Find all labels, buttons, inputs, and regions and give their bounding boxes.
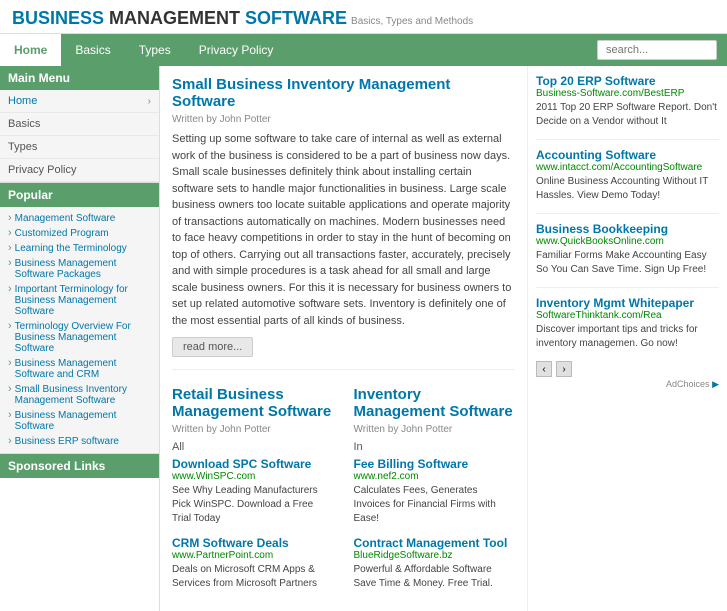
main-content: Small Business Inventory Management Soft… [160, 66, 527, 611]
sidebar-item-types[interactable]: Types [0, 136, 159, 159]
ad-contract: Contract Management Tool BlueRidgeSoftwa… [354, 536, 516, 591]
ad-inventory-wp-desc: Discover important tips and tricks for i… [536, 323, 719, 351]
ads-sidebar: Top 20 ERP Software Business-Software.co… [527, 66, 727, 611]
ad-bookkeeping: Business Bookkeeping www.QuickBooksOnlin… [536, 222, 719, 277]
nav-home[interactable]: Home [0, 34, 61, 66]
site-header: BUSINESS MANAGEMENT SOFTWARE Basics, Type… [0, 0, 727, 34]
site-title: BUSINESS MANAGEMENT SOFTWARE Basics, Type… [12, 8, 473, 28]
list-item[interactable]: Business Management Software and CRM [8, 356, 151, 382]
nav-bar: Home Basics Types Privacy Policy [0, 34, 727, 66]
list-item[interactable]: Learning the Terminology [8, 241, 151, 256]
ad-navigation: ‹ › [536, 361, 719, 377]
nav-privacy[interactable]: Privacy Policy [185, 34, 288, 66]
ad-bookkeeping-desc: Familiar Forms Make Accounting Easy So Y… [536, 249, 719, 277]
main-article-meta: Written by John Potter [172, 114, 515, 125]
arrow-icon: › [148, 96, 151, 107]
adchoices-label: AdChoices ▶ [536, 379, 719, 390]
sidebar-item-privacy[interactable]: Privacy Policy [0, 159, 159, 182]
list-item[interactable]: Small Business Inventory Management Soft… [8, 382, 151, 408]
ad-fee-billing-url: www.nef2.com [354, 471, 516, 482]
list-item[interactable]: Business Management Software [8, 408, 151, 434]
site-subtitle: Basics, Types and Methods [351, 16, 473, 27]
main-menu-label: Main Menu [0, 66, 159, 90]
sidebar: Main Menu Home› Basics Types Privacy Pol… [0, 66, 160, 611]
ad-fee-billing: Fee Billing Software www.nef2.com Calcul… [354, 457, 516, 526]
list-item[interactable]: Important Terminology for Business Manag… [8, 282, 151, 319]
nav-basics[interactable]: Basics [61, 34, 124, 66]
list-item[interactable]: Customized Program [8, 226, 151, 241]
ad-crm-title[interactable]: CRM Software Deals [172, 536, 289, 550]
article-inventory: Inventory Management Software Written by… [354, 386, 516, 601]
ad-inventory-whitepaper: Inventory Mgmt Whitepaper SoftwareThinkt… [536, 296, 719, 351]
sidebar-menu: Home› Basics Types Privacy Policy [0, 90, 159, 183]
content-wrapper: Main Menu Home› Basics Types Privacy Pol… [0, 66, 727, 611]
article-retail-title[interactable]: Retail Business Management Software [172, 386, 334, 420]
ad-download-spc-desc: See Why Leading Manufacturers Pick WinSP… [172, 484, 334, 526]
title-word-management: MANAGEMENT [104, 8, 240, 28]
list-item[interactable]: Business Management Software Packages [8, 256, 151, 282]
article-inventory-prefix: In [354, 441, 516, 453]
ad-prev-button[interactable]: ‹ [536, 361, 552, 377]
read-more-button[interactable]: read more... [172, 337, 253, 357]
ad-accounting-url: www.intacct.com/AccountingSoftware [536, 162, 719, 173]
article-inventory-title[interactable]: Inventory Management Software [354, 386, 516, 420]
ad-inventory-wp-url: SoftwareThinktank.com/Rea [536, 310, 719, 321]
main-article-title[interactable]: Small Business Inventory Management Soft… [172, 76, 515, 110]
main-article-body: Setting up some software to take care of… [172, 131, 515, 329]
ad-erp: Top 20 ERP Software Business-Software.co… [536, 74, 719, 129]
ad-bookkeeping-title[interactable]: Business Bookkeeping [536, 222, 668, 236]
ad-crm-software: CRM Software Deals www.PartnerPoint.com … [172, 536, 334, 591]
ad-inventory-wp-title[interactable]: Inventory Mgmt Whitepaper [536, 296, 694, 310]
search-box[interactable] [597, 40, 717, 60]
ad-contract-url: BlueRidgeSoftware.bz [354, 550, 516, 561]
ad-download-spc-url: www.WinSPC.com [172, 471, 334, 482]
article-retail-prefix: All [172, 441, 334, 453]
article-inventory-meta: Written by John Potter [354, 424, 516, 435]
ad-accounting: Accounting Software www.intacct.com/Acco… [536, 148, 719, 203]
popular-list: Management Software Customized Program L… [0, 207, 159, 454]
ad-accounting-title[interactable]: Accounting Software [536, 148, 656, 162]
title-word-business: BUSINESS [12, 8, 104, 28]
ad-contract-title[interactable]: Contract Management Tool [354, 536, 508, 550]
list-item[interactable]: Business ERP software [8, 434, 151, 449]
ad-bookkeeping-url: www.QuickBooksOnline.com [536, 236, 719, 247]
ad-crm-url: www.PartnerPoint.com [172, 550, 334, 561]
sidebar-item-basics[interactable]: Basics [0, 113, 159, 136]
ad-erp-url: Business-Software.com/BestERP [536, 88, 719, 99]
article-retail-meta: Written by John Potter [172, 424, 334, 435]
adchoices-icon: ▶ [712, 379, 719, 389]
list-item[interactable]: Management Software [8, 211, 151, 226]
main-article: Small Business Inventory Management Soft… [172, 76, 515, 370]
ad-crm-desc: Deals on Microsoft CRM Apps & Services f… [172, 563, 334, 591]
sidebar-item-home[interactable]: Home› [0, 90, 159, 113]
ad-accounting-desc: Online Business Accounting Without IT Ha… [536, 175, 719, 203]
ad-fee-billing-title[interactable]: Fee Billing Software [354, 457, 469, 471]
ad-fee-billing-desc: Calculates Fees, Generates Invoices for … [354, 484, 516, 526]
ad-next-button[interactable]: › [556, 361, 572, 377]
ad-erp-desc: 2011 Top 20 ERP Software Report. Don't D… [536, 101, 719, 129]
nav-types[interactable]: Types [125, 34, 185, 66]
ad-erp-title[interactable]: Top 20 ERP Software [536, 74, 656, 88]
ad-contract-desc: Powerful & Affordable Software Save Time… [354, 563, 516, 591]
ad-download-spc: Download SPC Software www.WinSPC.com See… [172, 457, 334, 526]
bottom-articles: Retail Business Management Software Writ… [172, 386, 515, 601]
article-retail: Retail Business Management Software Writ… [172, 386, 334, 601]
popular-label: Popular [0, 183, 159, 207]
list-item[interactable]: Terminology Overview For Business Manage… [8, 319, 151, 356]
title-word-software: SOFTWARE [240, 8, 347, 28]
search-input[interactable] [597, 40, 717, 60]
sponsored-label: Sponsored Links [0, 454, 159, 478]
ad-download-spc-title[interactable]: Download SPC Software [172, 457, 311, 471]
